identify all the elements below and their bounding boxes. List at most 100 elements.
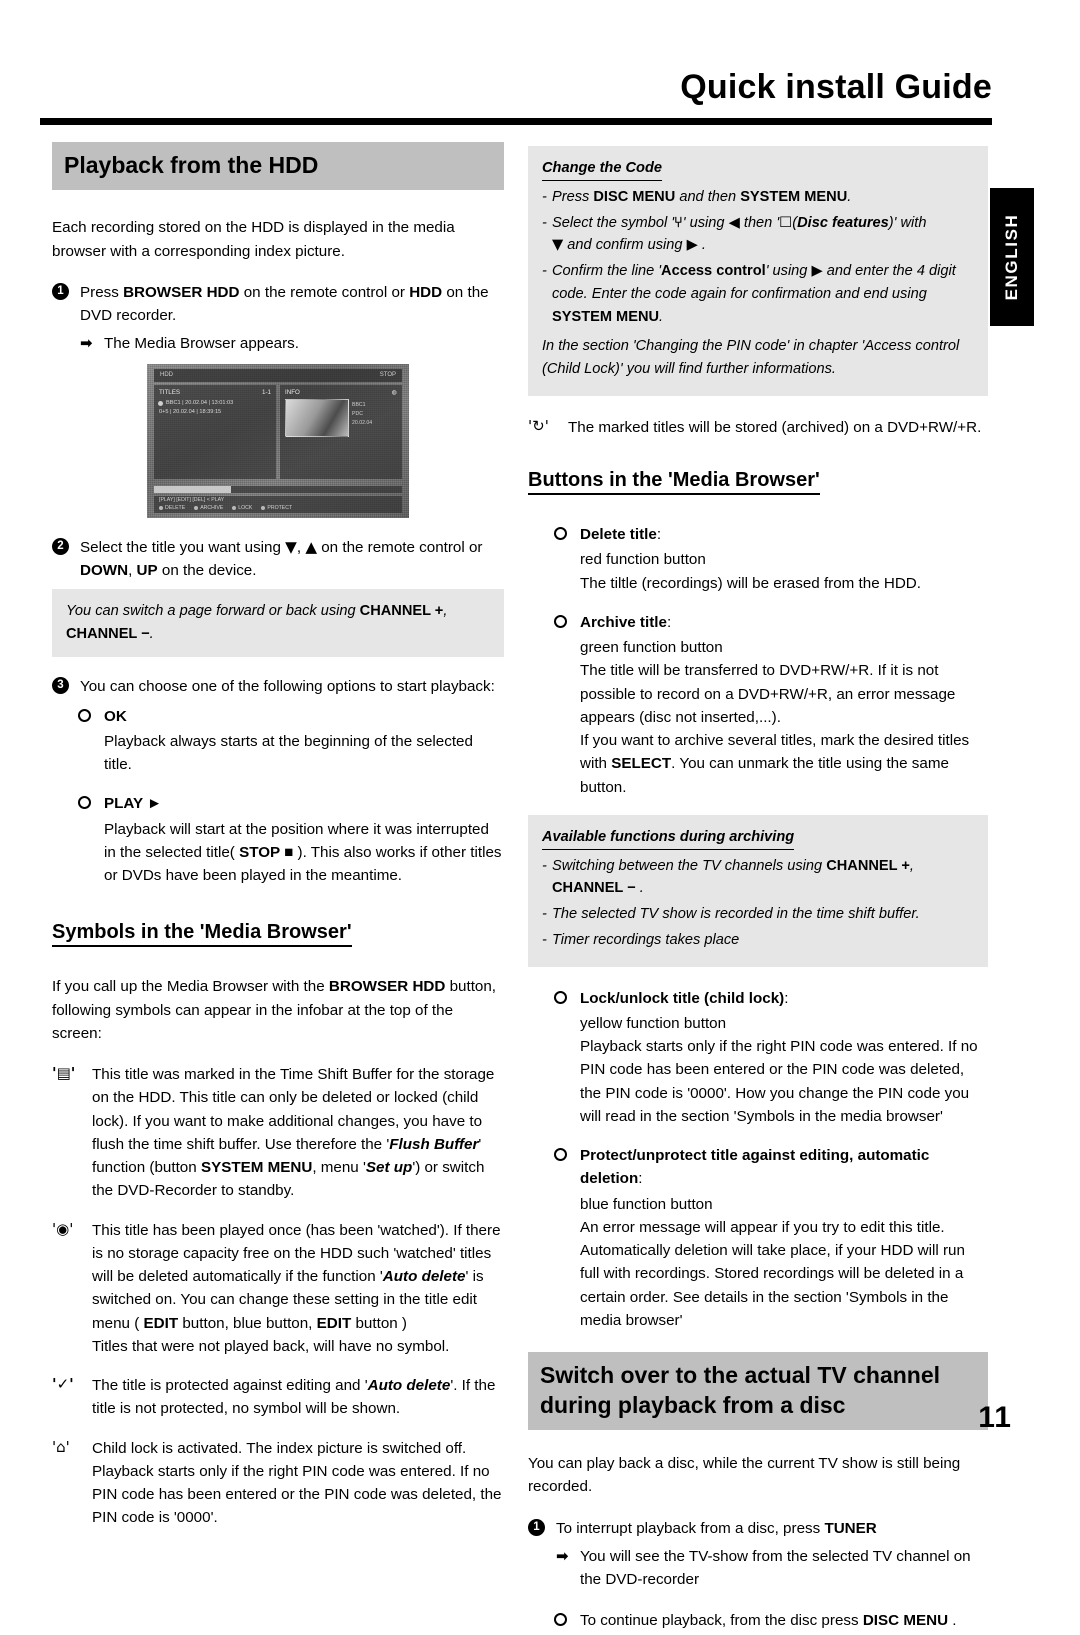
button-archive-title: Archive title: [528, 611, 988, 634]
button-delete-title-body: red function button The tiltle (recordin… [528, 548, 988, 595]
timeshift-buffer-icon: '▤' [52, 1064, 76, 1083]
color-key-green: ARCHIVE [194, 505, 223, 511]
colon: : [638, 1170, 643, 1188]
key-system-menu: SYSTEM MENU [740, 188, 848, 205]
osd-bottombar: [PLAY] [EDIT] [DEL] < PLAY DELETE ARCHIV… [154, 496, 402, 514]
step-1-result: ➡ The Media Browser appears. [52, 333, 504, 356]
button-lock-title: Lock/unlock title (child lock): [528, 987, 988, 1010]
note-change-code-item-3: Confirm the line 'Access control' using … [542, 260, 974, 328]
ncc-3a: Confirm the line ' [552, 263, 662, 280]
symbol-childlock: '⌂' Child lock is activated. The index p… [52, 1437, 504, 1530]
on-screen-display: HDD STOP TITLES 1-1 BBC1 | 20.02.04 | 13… [154, 369, 402, 514]
em-disc-features: Disc features [797, 214, 889, 231]
note-archiving-heading: Available functions during archiving [542, 826, 795, 850]
key-channel-plus: CHANNEL + [826, 857, 910, 874]
step-number: 1 [52, 282, 69, 300]
key-up: UP [136, 562, 158, 580]
key-edit-2: EDIT [316, 1314, 352, 1332]
note-channel-paging: You can switch a page forward or back us… [52, 588, 504, 658]
button-lock-title-body: yellow function button Playback starts o… [528, 1012, 988, 1128]
step-3: 3 You can choose one of the following op… [52, 675, 504, 698]
symbols-intro: If you call up the Media Browser with th… [52, 975, 504, 1045]
info-meta-1: BBC1 [352, 402, 366, 409]
open-circle-icon [554, 1148, 567, 1162]
left-column: Playback from the HDD Each recording sto… [52, 142, 504, 1546]
key-down: DOWN [80, 562, 129, 580]
intro-paragraph: Each recording stored on the HDD is disp… [52, 219, 455, 260]
arrow-up-icon: ▲ [305, 538, 317, 557]
em-set-up: Set up [365, 1159, 413, 1177]
step-number: 3 [52, 677, 69, 695]
ncc-1c: . [847, 188, 852, 205]
key-browser-hdd: BROWSER HDD [328, 978, 446, 996]
step-number: 2 [52, 538, 69, 556]
switch-step-1-result: ➡ You will see the TV-show from the sele… [528, 1546, 988, 1592]
colon: : [666, 613, 672, 631]
section-heading-symbols: Symbols in the 'Media Browser' [52, 921, 352, 948]
ncc-2a: Select the symbol ' [552, 214, 675, 231]
step-number: 1 [528, 1518, 545, 1536]
color-key-row: DELETE ARCHIVE LOCK PROTECT [159, 505, 397, 511]
info-pane-header: INFO ◍ [285, 389, 397, 396]
open-circle-icon [554, 1613, 567, 1627]
switch-step-1-result-text: You will see the TV-show from the select… [580, 1547, 971, 1588]
button-protect-title-body: blue function button An error message wi… [528, 1193, 988, 1333]
symbols-intro-1: If you call up the Media Browser with th… [52, 978, 325, 996]
switch-step-1: 1 To interrupt playback from a disc, pre… [528, 1517, 988, 1540]
manual-page: Quick install Guide ENGLISH Playback fro… [0, 0, 1080, 1629]
option-ok-label: OK [104, 707, 127, 725]
btn-protect-line2: An error message will appear if you try … [580, 1218, 965, 1329]
symbol-watched-text-4: button ) [355, 1314, 407, 1332]
symbol-childlock-text: Child lock is activated. The index pictu… [92, 1439, 502, 1527]
archive-icon: '↻' [528, 416, 549, 435]
info-meta-2: PDC [352, 411, 363, 418]
ncc-1b: and then [679, 188, 737, 205]
info-meta: BBC1 PDC 20.02.04 [352, 401, 372, 428]
lock-childlock-icon: '⌂' [52, 1437, 70, 1456]
option-ok: OK [52, 705, 504, 728]
step-1-text-2: on the remote control or [243, 283, 405, 301]
note-change-code-footer: In the section 'Changing the PIN code' i… [542, 338, 960, 378]
note-available-functions-archiving: Available functions during archiving Swi… [528, 814, 988, 967]
switch-continue-bullet: To continue playback, from the disc pres… [528, 1609, 988, 1632]
symbol-archive: '↻' The marked titles will be stored (ar… [528, 416, 988, 439]
osd-status-label: STOP [379, 372, 396, 379]
language-tab-label: ENGLISH [1002, 213, 1021, 301]
key-stop: STOP ■ [239, 843, 294, 861]
index-picture [285, 399, 349, 438]
note-archiving-item-1: Switching between the TV channels using … [542, 855, 974, 901]
info-meta-3: 20.02.04 [352, 419, 373, 426]
ncc-2f: . [701, 237, 706, 254]
section-heading-switch-tv: Switch over to the actual TV channel dur… [528, 1352, 988, 1431]
symbol-timeshift: '▤' This title was marked in the Time Sh… [52, 1063, 504, 1203]
eye-watched-icon: '◉' [52, 1219, 74, 1238]
button-delete-title-label: Delete title [580, 526, 657, 544]
step-2-text-2: on the remote control or [321, 539, 483, 557]
symbol-timeshift-text-3: , menu ' [312, 1159, 366, 1177]
option-play: PLAY ► [52, 792, 504, 815]
symbol-watched-text-3: button, blue button, [182, 1314, 313, 1332]
btn-lock-line1: yellow function button [580, 1014, 727, 1032]
key-channel-plus: CHANNEL + [359, 602, 444, 619]
symbol-archive-text: The marked titles will be stored (archiv… [568, 418, 982, 436]
arrow-right-icon: ➡ [556, 1546, 569, 1565]
step-1-text-1: Press [80, 283, 119, 301]
note-channel-text-2: . [149, 625, 154, 642]
note-change-code-item-1: Press DISC MENU and then SYSTEM MENU. [542, 186, 974, 209]
symbol-protected: '✓' The title is protected against editi… [52, 1374, 504, 1421]
note-channel-text-1: You can switch a page forward or back us… [66, 602, 356, 619]
colon: : [784, 989, 789, 1007]
step-1-result-text: The Media Browser appears. [104, 335, 299, 353]
note-archiving-item-2: The selected TV show is recorded in the … [542, 903, 974, 926]
btn-protect-line1: blue function button [580, 1195, 713, 1213]
storage-progress-bar [154, 486, 402, 494]
symbol-protected-text-1: The title is protected against editing a… [92, 1377, 368, 1395]
media-browser-screenshot: HDD STOP TITLES 1-1 BBC1 | 20.02.04 | 13… [147, 364, 409, 519]
option-play-label: PLAY ► [104, 795, 163, 813]
btn-archive-line1: green function button [580, 639, 723, 657]
btn-delete-line1: red function button [580, 551, 706, 569]
btn-lock-line2: Playback starts only if the right PIN co… [580, 1038, 978, 1125]
title-row-1: BBC1 | 20.02.04 | 13:01:03 [158, 399, 271, 408]
button-protect-title: Protect/unprotect title against editing,… [528, 1144, 988, 1191]
language-tab: ENGLISH [990, 188, 1034, 326]
